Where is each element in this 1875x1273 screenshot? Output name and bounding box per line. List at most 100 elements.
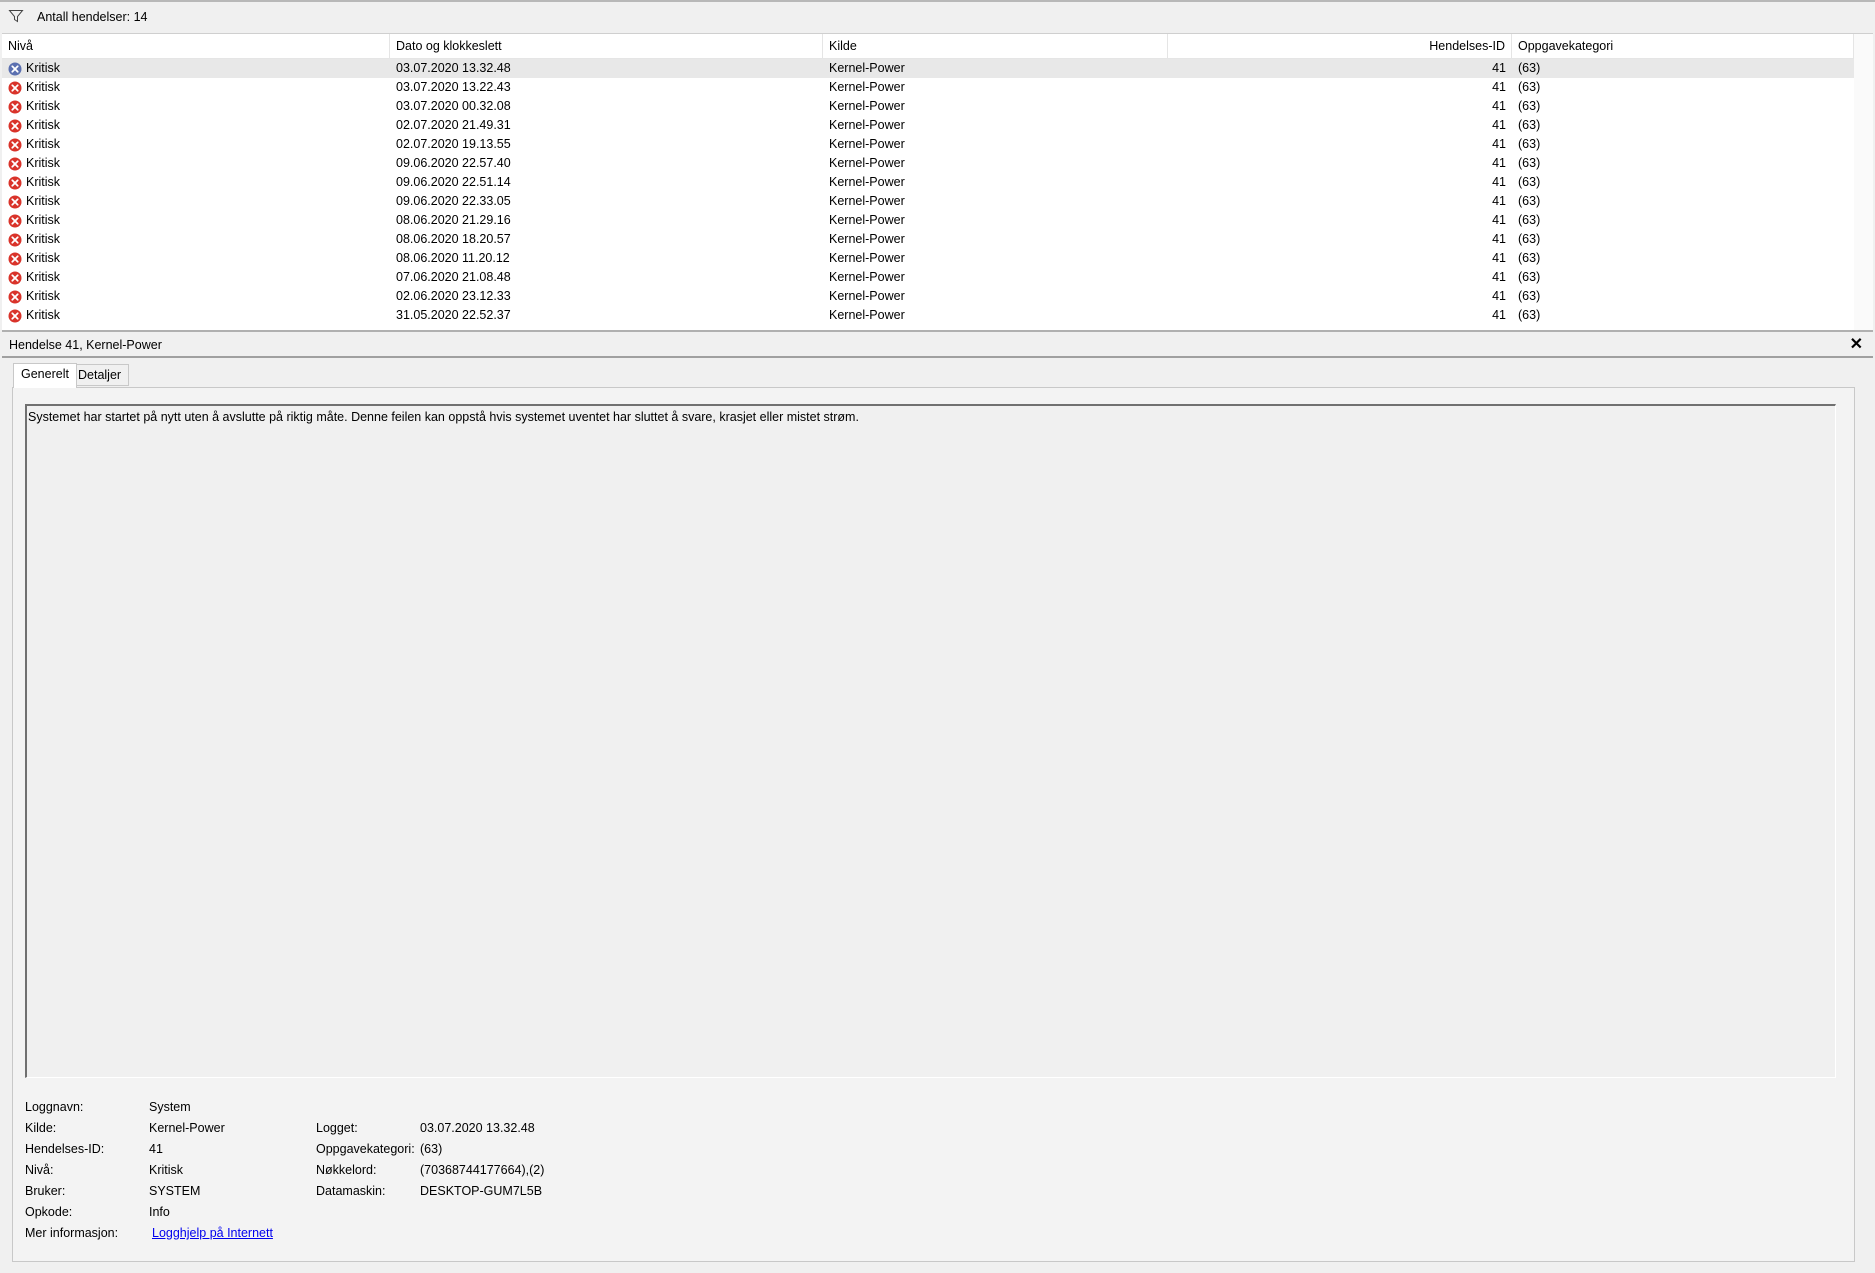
critical-error-icon <box>8 119 22 133</box>
table-row[interactable]: Kritisk 03.07.2020 13.32.48 Kernel-Power 41… <box>2 59 1854 78</box>
table-row[interactable]: Kritisk 02.07.2020 21.49.31 Kernel-Power 41… <box>2 116 1854 135</box>
cell-level: Kritisk <box>26 99 61 113</box>
table-row[interactable]: Kritisk 31.05.2020 22.52.37 Kernel-Power 41… <box>2 306 1854 325</box>
cell-task-category: (63) <box>1518 213 1541 227</box>
close-icon[interactable]: ✕ <box>1850 334 1863 354</box>
filter-funnel-icon[interactable] <box>8 8 24 24</box>
table-row[interactable]: Kritisk 03.07.2020 13.22.43 Kernel-Power 41… <box>2 78 1854 97</box>
table-row[interactable]: Kritisk 09.06.2020 22.57.40 Kernel-Power 41… <box>2 154 1854 173</box>
description-box[interactable]: Systemet har startet på nytt uten å avsl… <box>25 404 1836 1078</box>
cell-level: Kritisk <box>26 289 61 303</box>
cell-source: Kernel-Power <box>829 194 905 208</box>
cell-source: Kernel-Power <box>829 308 905 322</box>
cell-event-id: 41 <box>1492 156 1506 170</box>
cell-datetime: 09.06.2020 22.33.05 <box>396 194 511 208</box>
cell-event-id: 41 <box>1492 80 1506 94</box>
list-scroll-gutter[interactable] <box>1854 34 1873 330</box>
cell-event-id: 41 <box>1492 308 1506 322</box>
table-row[interactable]: Kritisk 08.06.2020 18.20.57 Kernel-Power 41… <box>2 230 1854 249</box>
critical-error-icon <box>8 138 22 152</box>
source-label: Kilde: <box>25 1121 57 1135</box>
critical-error-icon <box>8 252 22 266</box>
cell-event-id: 41 <box>1492 251 1506 265</box>
table-row[interactable]: Kritisk 02.07.2020 19.13.55 Kernel-Power 41… <box>2 135 1854 154</box>
list-header: Nivå Dato og klokkeslett Kilde Hendelses… <box>2 34 1854 59</box>
cell-task-category: (63) <box>1518 270 1541 284</box>
cell-task-category: (63) <box>1518 80 1541 94</box>
critical-error-icon <box>8 81 22 95</box>
event-detail-pane: Hendelse 41, Kernel-Power ✕ Generelt Det… <box>2 333 1873 1273</box>
cell-source: Kernel-Power <box>829 80 905 94</box>
detail-title: Hendelse 41, Kernel-Power <box>9 338 162 352</box>
table-row[interactable]: Kritisk 08.06.2020 11.20.12 Kernel-Power 41… <box>2 249 1854 268</box>
critical-error-icon <box>8 233 22 247</box>
log-name-label: Loggnavn: <box>25 1100 84 1114</box>
column-header-level[interactable]: Nivå <box>2 34 390 58</box>
cell-source: Kernel-Power <box>829 213 905 227</box>
cell-task-category: (63) <box>1518 308 1541 322</box>
detail-separator <box>2 356 1873 358</box>
cell-source: Kernel-Power <box>829 251 905 265</box>
cell-task-category: (63) <box>1518 118 1541 132</box>
cell-event-id: 41 <box>1492 213 1506 227</box>
cell-datetime: 02.07.2020 19.13.55 <box>396 137 511 151</box>
event-count-label: Antall hendelser: 14 <box>37 10 148 24</box>
cell-task-category: (63) <box>1518 175 1541 189</box>
critical-error-icon <box>8 195 22 209</box>
critical-error-icon <box>8 214 22 228</box>
table-row[interactable]: Kritisk 02.06.2020 23.12.33 Kernel-Power 41… <box>2 287 1854 306</box>
cell-task-category: (63) <box>1518 61 1541 75</box>
cell-level: Kritisk <box>26 213 61 227</box>
cell-source: Kernel-Power <box>829 232 905 246</box>
critical-error-icon <box>8 62 22 76</box>
cell-task-category: (63) <box>1518 194 1541 208</box>
cell-datetime: 02.06.2020 23.12.33 <box>396 289 511 303</box>
cell-task-category: (63) <box>1518 99 1541 113</box>
user-label: Bruker: <box>25 1184 66 1198</box>
table-row[interactable]: Kritisk 09.06.2020 22.51.14 Kernel-Power 41… <box>2 173 1854 192</box>
tab-details[interactable]: Detaljer <box>70 364 130 386</box>
cell-datetime: 03.07.2020 13.22.43 <box>396 80 511 94</box>
cell-source: Kernel-Power <box>829 137 905 151</box>
cell-event-id: 41 <box>1492 194 1506 208</box>
cell-event-id: 41 <box>1492 175 1506 189</box>
cell-datetime: 31.05.2020 22.52.37 <box>396 308 511 322</box>
cell-datetime: 08.06.2020 11.20.12 <box>396 251 510 265</box>
cell-datetime: 03.07.2020 00.32.08 <box>396 99 511 113</box>
table-row[interactable]: Kritisk 07.06.2020 21.08.48 Kernel-Power 41… <box>2 268 1854 287</box>
cell-datetime: 08.06.2020 21.29.16 <box>396 213 511 227</box>
event-list: Nivå Dato og klokkeslett Kilde Hendelses… <box>2 33 1873 332</box>
table-row[interactable]: Kritisk 08.06.2020 21.29.16 Kernel-Power 41… <box>2 211 1854 230</box>
cell-level: Kritisk <box>26 251 61 265</box>
critical-error-icon <box>8 309 22 323</box>
opcode-label: Opkode: <box>25 1205 73 1219</box>
level-label: Nivå: <box>25 1163 54 1177</box>
cell-task-category: (63) <box>1518 156 1541 170</box>
more-info-label: Mer informasjon: <box>25 1226 119 1240</box>
cell-level: Kritisk <box>26 118 61 132</box>
column-header-task-category[interactable]: Oppgavekategori <box>1512 34 1854 58</box>
table-row[interactable]: Kritisk 09.06.2020 22.33.05 Kernel-Power 41… <box>2 192 1854 211</box>
critical-error-icon <box>8 157 22 171</box>
cell-source: Kernel-Power <box>829 118 905 132</box>
user-value: SYSTEM <box>149 1184 201 1198</box>
cell-datetime: 08.06.2020 18.20.57 <box>396 232 511 246</box>
critical-error-icon <box>8 271 22 285</box>
level-value: Kritisk <box>149 1163 184 1177</box>
table-row[interactable]: Kritisk 03.07.2020 00.32.08 Kernel-Power 41… <box>2 97 1854 116</box>
event-description: Systemet har startet på nytt uten å avsl… <box>28 410 859 424</box>
cell-source: Kernel-Power <box>829 61 905 75</box>
cell-task-category: (63) <box>1518 251 1541 265</box>
tab-general[interactable]: Generelt <box>13 363 77 388</box>
column-header-datetime[interactable]: Dato og klokkeslett <box>390 34 823 58</box>
cell-task-category: (63) <box>1518 137 1541 151</box>
online-help-link[interactable]: Logghjelp på Internett <box>152 1226 273 1240</box>
cell-level: Kritisk <box>26 270 61 284</box>
cell-level: Kritisk <box>26 137 61 151</box>
column-header-event-id[interactable]: Hendelses-ID <box>1168 34 1512 58</box>
cell-source: Kernel-Power <box>829 175 905 189</box>
column-header-source[interactable]: Kilde <box>823 34 1168 58</box>
computer-value: DESKTOP-GUM7L5B <box>420 1184 543 1198</box>
cell-source: Kernel-Power <box>829 270 905 284</box>
cell-level: Kritisk <box>26 80 61 94</box>
